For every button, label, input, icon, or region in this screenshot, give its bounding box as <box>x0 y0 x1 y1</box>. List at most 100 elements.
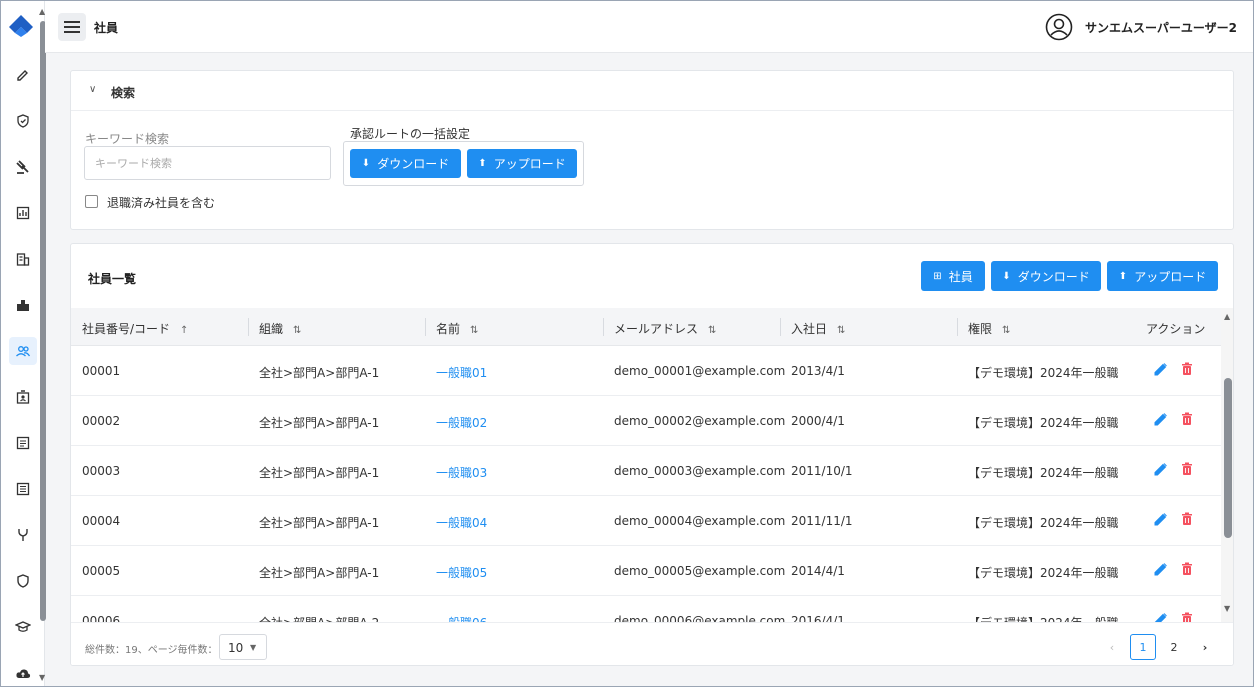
route-upload-button[interactable]: ⬆ アップロード <box>467 149 577 178</box>
sort-icon[interactable]: ⇅ <box>1002 325 1010 336</box>
user-avatar-icon[interactable] <box>1045 13 1073 41</box>
city-icon <box>17 300 29 311</box>
cloud-upload-icon <box>16 669 31 678</box>
cell-role: 【デモ環境】2024年一般職 <box>968 614 1119 622</box>
cell-org: 全社>部門A>部門A-1 <box>259 566 380 580</box>
user-name[interactable]: サンエムスーパーユーザー2 <box>1085 19 1237 36</box>
sidebar-item-users[interactable] <box>9 337 37 365</box>
cell-join: 2013/4/1 <box>791 364 845 378</box>
sidebar-item-contact-card[interactable] <box>9 429 37 457</box>
scroll-up-icon[interactable]: ▲ <box>1224 312 1230 321</box>
sidebar-item-graduation-cap[interactable] <box>9 613 37 641</box>
sidebar-scroll-down[interactable]: ▼ <box>39 673 45 682</box>
cell-join: 2014/4/1 <box>791 564 845 578</box>
sidebar-item-list[interactable] <box>9 475 37 503</box>
edit-pencil-icon[interactable] <box>1154 512 1168 526</box>
add-employee-button[interactable]: ⊞ 社員 <box>921 261 985 291</box>
download-icon: ⬇ <box>361 158 371 169</box>
cell-email: demo_00005@example.com <box>614 564 786 578</box>
delete-trash-icon[interactable] <box>1181 562 1193 576</box>
download-icon: ⬇ <box>1002 270 1011 282</box>
column-divider[interactable] <box>603 318 604 336</box>
cell-name[interactable]: 一般職02 <box>436 414 487 431</box>
col-name[interactable]: 名前 ⇅ <box>436 320 478 337</box>
include-retired-label[interactable]: 退職済み社員を含む <box>107 194 215 211</box>
sort-asc-icon[interactable]: ↑ <box>180 325 188 336</box>
cell-role: 【デモ環境】2024年一般職 <box>968 516 1119 530</box>
cell-org: 全社>部門A>部門A-1 <box>259 416 380 430</box>
employee-list-panel: 社員一覧 ⊞ 社員 ⬇ ダウンロード ⬆ アップロード 社員番号/コード ↑ 組織 ⇅ 名… <box>70 243 1234 666</box>
edit-pencil-icon[interactable] <box>1154 562 1168 576</box>
list-download-button[interactable]: ⬇ ダウンロード <box>991 261 1101 291</box>
delete-trash-icon[interactable] <box>1181 362 1193 376</box>
next-page-button[interactable]: › <box>1192 634 1218 660</box>
chevron-right-icon: › <box>1202 640 1208 654</box>
delete-trash-icon[interactable] <box>1181 612 1193 622</box>
cell-name[interactable]: 一般職05 <box>436 564 487 581</box>
sidebar-item-gavel[interactable] <box>9 153 37 181</box>
contact-card-icon <box>16 436 30 450</box>
edit-pencil-icon[interactable] <box>1154 412 1168 426</box>
table-row: 00005 全社>部門A>部門A-1 一般職05 demo_00005@example… <box>71 546 1221 596</box>
col-join-date[interactable]: 入社日 ⇅ <box>791 320 845 337</box>
column-divider[interactable] <box>957 318 958 336</box>
cell-org: 全社>部門A>部門A-1 <box>259 466 380 480</box>
cell-email: demo_00004@example.com <box>614 514 786 528</box>
column-divider[interactable] <box>780 318 781 336</box>
edit-pencil-icon[interactable] <box>1154 362 1168 376</box>
prev-page-button[interactable]: ‹ <box>1099 634 1125 660</box>
sidebar-item-chart[interactable] <box>9 199 37 227</box>
edit-pencil-icon[interactable] <box>1154 612 1168 622</box>
sidebar-item-cloud-upload[interactable] <box>9 659 37 687</box>
cell-name[interactable]: 一般職03 <box>436 464 487 481</box>
cell-join: 2016/4/1 <box>791 614 845 622</box>
app-logo[interactable] <box>7 13 35 37</box>
page-2-button[interactable]: 2 <box>1161 634 1187 660</box>
col-email[interactable]: メールアドレス ⇅ <box>614 320 716 337</box>
col-code[interactable]: 社員番号/コード ↑ <box>82 320 188 337</box>
page-1-button[interactable]: 1 <box>1130 634 1156 660</box>
sidebar-scrollbar[interactable] <box>40 21 46 621</box>
cell-role: 【デモ環境】2024年一般職 <box>968 416 1119 430</box>
sidebar-item-shield[interactable] <box>9 567 37 595</box>
sort-icon[interactable]: ⇅ <box>470 325 478 336</box>
table-row: 00004 全社>部門A>部門A-1 一般職04 demo_00004@example… <box>71 496 1221 546</box>
cell-name[interactable]: 一般職04 <box>436 514 487 531</box>
delete-trash-icon[interactable] <box>1181 512 1193 526</box>
sidebar-item-fork[interactable] <box>9 521 37 549</box>
cell-name[interactable]: 一般職06 <box>436 614 487 622</box>
sort-icon[interactable]: ⇅ <box>293 325 301 336</box>
sidebar-item-city[interactable] <box>9 291 37 319</box>
delete-trash-icon[interactable] <box>1181 462 1193 476</box>
per-page-select[interactable]: 10 ▼ <box>219 634 267 660</box>
col-org[interactable]: 組織 ⇅ <box>259 320 301 337</box>
cell-code: 00002 <box>82 414 121 428</box>
scroll-down-icon[interactable]: ▼ <box>1224 604 1230 613</box>
search-header[interactable]: ∨ 検索 <box>71 71 1233 111</box>
chevron-down-icon[interactable]: ∨ <box>89 84 96 95</box>
pencil-icon <box>17 70 28 81</box>
sort-icon[interactable]: ⇅ <box>708 325 716 336</box>
gavel-icon <box>16 160 29 174</box>
scroll-thumb[interactable] <box>1224 378 1232 538</box>
sidebar-item-pencil[interactable] <box>9 61 37 89</box>
keyword-search-input[interactable] <box>84 146 331 180</box>
list-upload-button[interactable]: ⬆ アップロード <box>1107 261 1218 291</box>
cell-name[interactable]: 一般職01 <box>436 364 487 381</box>
sidebar-item-id-badge[interactable] <box>9 383 37 411</box>
edit-pencil-icon[interactable] <box>1154 462 1168 476</box>
col-role[interactable]: 権限 ⇅ <box>968 320 1010 337</box>
delete-trash-icon[interactable] <box>1181 412 1193 426</box>
sidebar-item-shield-check[interactable] <box>9 107 37 135</box>
sort-icon[interactable]: ⇅ <box>837 325 845 336</box>
route-download-button[interactable]: ⬇ ダウンロード <box>350 149 461 178</box>
column-divider[interactable] <box>425 318 426 336</box>
include-retired-checkbox[interactable] <box>85 195 98 208</box>
sidebar-item-building[interactable] <box>9 245 37 273</box>
cell-role: 【デモ環境】2024年一般職 <box>968 566 1119 580</box>
cell-email: demo_00001@example.com <box>614 364 786 378</box>
menu-button[interactable] <box>58 13 86 41</box>
chevron-left-icon: ‹ <box>1109 640 1115 654</box>
table-scrollbar[interactable]: ▲ ▼ <box>1221 308 1233 622</box>
column-divider[interactable] <box>248 318 249 336</box>
